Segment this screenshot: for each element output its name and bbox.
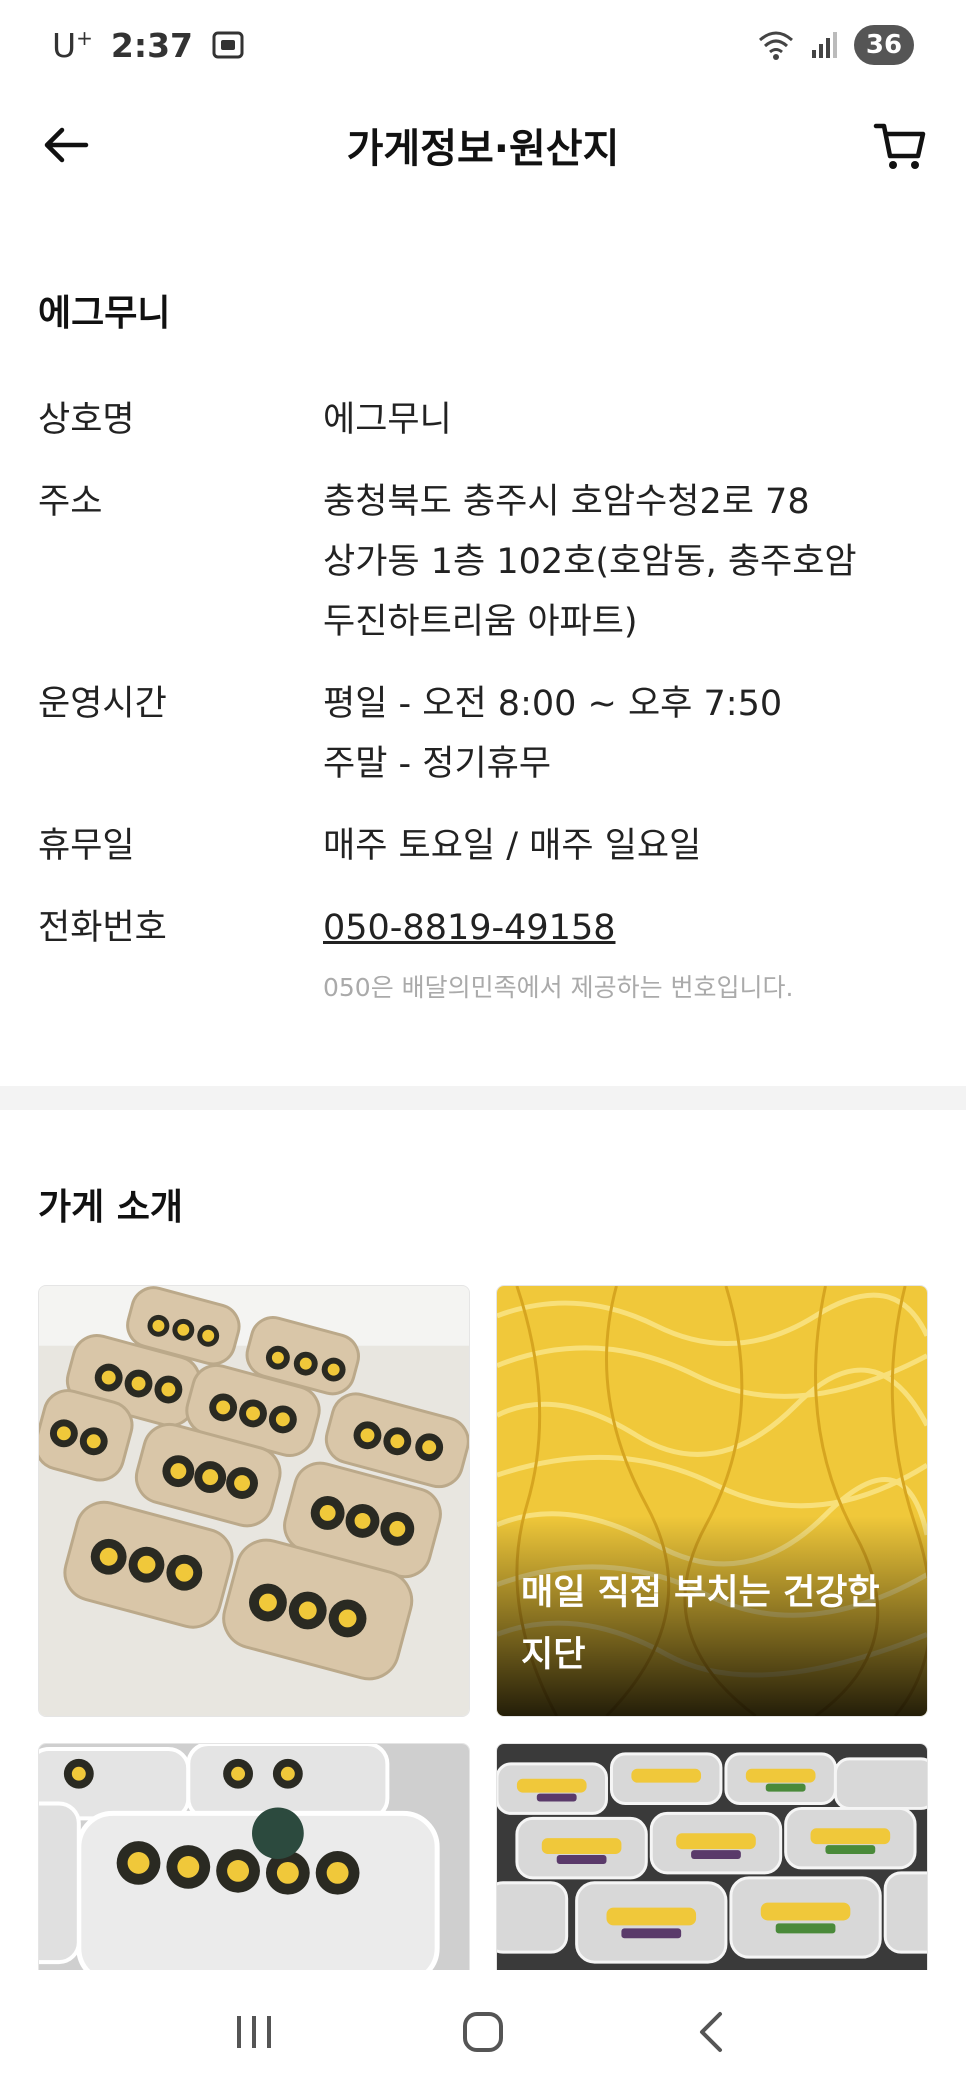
back-icon[interactable] bbox=[682, 2002, 742, 2062]
info-row-business-name: 상호명 에그무니 bbox=[38, 390, 928, 450]
packaged-kimbap-photo bbox=[39, 1744, 469, 1972]
phone-note: 050은 배달의민족에서 제공하는 번호입니다. bbox=[323, 973, 794, 1002]
recent-apps-icon[interactable] bbox=[224, 2002, 284, 2062]
wifi-icon bbox=[759, 31, 793, 60]
address-line: 상가동 1층 102호(호암동, 충주호암 bbox=[323, 542, 857, 582]
carrier-label: U+ bbox=[52, 25, 93, 65]
cart-icon[interactable] bbox=[872, 118, 928, 174]
info-value: 에그무니 bbox=[323, 400, 452, 440]
address-line: 두진하트리움 아파트) bbox=[323, 602, 638, 642]
gallery-photo[interactable] bbox=[38, 1743, 470, 1973]
store-info-list: 상호명 에그무니 주소 충청북도 충주시 호암수청2로 78 상가동 1층 10… bbox=[38, 390, 928, 1028]
store-name-heading: 에그무니 bbox=[38, 293, 171, 334]
page-title: 가게정보·원산지 bbox=[346, 126, 620, 172]
info-row-phone: 전화번호 050-8819-49158 050은 배달의민족에서 제공하는 번호… bbox=[38, 898, 928, 1006]
photo-caption: 매일 직접 부치는 건강한 지단 bbox=[521, 1562, 903, 1686]
system-nav-bar bbox=[0, 1970, 966, 2093]
store-info-page: U+ 2:37 36 가게정보·원산지 에그무니 상호명 에그무니 주소 충청북… bbox=[0, 0, 966, 2093]
phone-number-link[interactable]: 050-8819-49158 bbox=[323, 898, 928, 958]
gallery-photo-with-caption[interactable]: 매일 직접 부치는 건강한 지단 bbox=[496, 1285, 928, 1717]
info-label: 운영시간 bbox=[38, 684, 167, 724]
info-label: 휴무일 bbox=[38, 826, 135, 866]
packaged-sandwich-photo bbox=[497, 1744, 927, 1972]
info-value: 050-8819-49158 050은 배달의민족에서 제공하는 번호입니다. bbox=[323, 898, 928, 1006]
info-value: 평일 - 오전 8:00 ~ 오후 7:50 주말 - 정기휴무 bbox=[323, 674, 928, 794]
gallery-photo[interactable] bbox=[38, 1285, 470, 1717]
screenshot-icon bbox=[212, 31, 244, 59]
info-row-address: 주소 충청북도 충주시 호암수청2로 78 상가동 1층 102호(호암동, 충… bbox=[38, 472, 928, 652]
battery-indicator: 36 bbox=[854, 25, 914, 65]
intro-section-title: 가게 소개 bbox=[38, 1187, 184, 1228]
home-icon[interactable] bbox=[453, 2002, 513, 2062]
info-label: 전화번호 bbox=[38, 908, 167, 948]
hours-line: 주말 - 정기휴무 bbox=[323, 744, 552, 784]
info-value: 매주 토요일 / 매주 일요일 bbox=[323, 826, 702, 866]
address-line: 충청북도 충주시 호암수청2로 78 bbox=[323, 482, 810, 522]
back-arrow-icon[interactable] bbox=[40, 118, 94, 172]
hours-line: 평일 - 오전 8:00 ~ 오후 7:50 bbox=[323, 684, 783, 724]
kimbap-boxes-photo bbox=[39, 1286, 469, 1716]
caption-line: 지단 bbox=[521, 1635, 586, 1675]
caption-line: 매일 직접 부치는 건강한 bbox=[521, 1573, 880, 1613]
app-header: 가게정보·원산지 bbox=[0, 100, 966, 190]
section-divider bbox=[0, 1086, 966, 1110]
info-label: 상호명 bbox=[38, 400, 135, 440]
info-label: 주소 bbox=[38, 482, 103, 522]
info-row-closed-days: 휴무일 매주 토요일 / 매주 일요일 bbox=[38, 816, 928, 876]
info-row-hours: 운영시간 평일 - 오전 8:00 ~ 오후 7:50 주말 - 정기휴무 bbox=[38, 674, 928, 794]
gallery-photo[interactable] bbox=[496, 1743, 928, 1973]
clock: 2:37 bbox=[110, 25, 194, 65]
status-bar: U+ 2:37 36 bbox=[0, 0, 966, 90]
signal-icon bbox=[812, 32, 837, 58]
info-value: 충청북도 충주시 호암수청2로 78 상가동 1층 102호(호암동, 충주호암… bbox=[323, 472, 928, 652]
